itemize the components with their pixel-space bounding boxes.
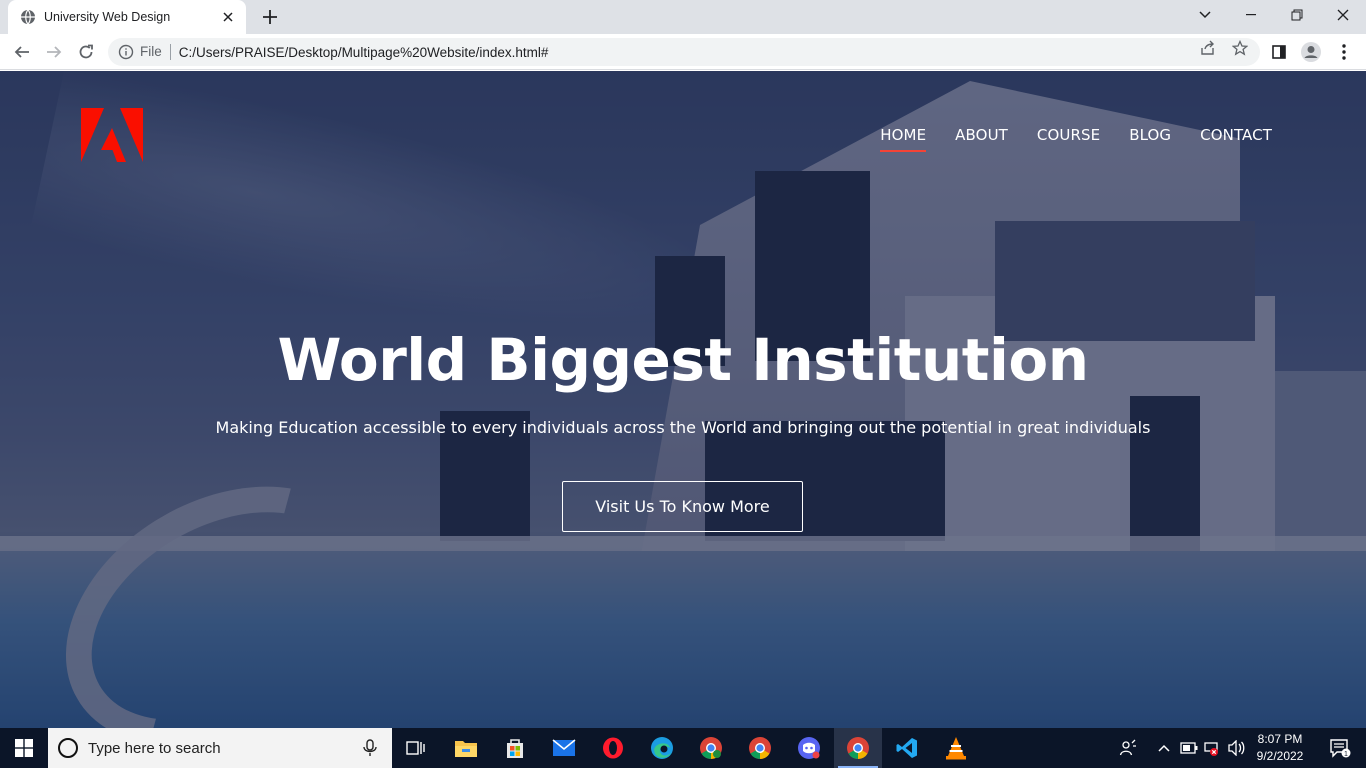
page-viewport: HOME ABOUT COURSE BLOG CONTACT World Big… bbox=[0, 71, 1366, 728]
share-icon[interactable] bbox=[1200, 40, 1216, 56]
notification-icon: 1 bbox=[1330, 739, 1351, 758]
minimize-button[interactable] bbox=[1228, 0, 1274, 30]
back-button[interactable] bbox=[8, 38, 36, 66]
opera-icon[interactable] bbox=[589, 728, 637, 768]
clock-time: 8:07 PM bbox=[1257, 732, 1303, 746]
clock-date: 9/2/2022 bbox=[1256, 749, 1304, 763]
action-center-button[interactable]: 1 bbox=[1320, 728, 1360, 768]
volume-icon[interactable] bbox=[1226, 738, 1246, 758]
edge-icon[interactable] bbox=[638, 728, 686, 768]
vlc-icon[interactable] bbox=[932, 728, 980, 768]
logo-right-shape bbox=[120, 108, 143, 162]
nav-course[interactable]: COURSE bbox=[1037, 126, 1100, 150]
menu-kebab-icon[interactable] bbox=[1330, 38, 1358, 66]
nav-home[interactable]: HOME bbox=[880, 126, 927, 152]
forward-button[interactable] bbox=[40, 38, 68, 66]
taskbar-search-box[interactable]: Type here to search bbox=[48, 728, 392, 768]
people-icon[interactable] bbox=[1118, 738, 1138, 758]
tab-search-icon[interactable] bbox=[1182, 0, 1228, 30]
logo-left-shape bbox=[81, 108, 104, 162]
discord-icon[interactable] bbox=[785, 728, 833, 768]
globe-icon bbox=[21, 9, 35, 25]
windows-logo-icon bbox=[15, 739, 33, 757]
close-tab-icon[interactable] bbox=[220, 9, 236, 25]
visit-us-button[interactable]: Visit Us To Know More bbox=[562, 481, 803, 532]
new-tab-button[interactable] bbox=[258, 6, 282, 28]
hero-headline: World Biggest Institution bbox=[277, 326, 1089, 394]
url-text[interactable]: C:/Users/PRAISE/Desktop/Multipage%20Webs… bbox=[179, 45, 549, 60]
microsoft-store-icon[interactable] bbox=[491, 728, 539, 768]
profile-avatar[interactable] bbox=[1297, 38, 1325, 66]
tab-title: University Web Design bbox=[44, 10, 171, 24]
hero-overlay bbox=[0, 71, 1366, 728]
start-button[interactable] bbox=[0, 728, 48, 768]
windows-taskbar: Type here to search 8:07 PM 9/2/2022 1 bbox=[0, 728, 1366, 768]
bookmark-star-icon[interactable] bbox=[1232, 40, 1248, 56]
side-panel-icon[interactable] bbox=[1265, 38, 1293, 66]
nav-blog[interactable]: BLOG bbox=[1129, 126, 1171, 150]
system-clock[interactable]: 8:07 PM 9/2/2022 bbox=[1250, 731, 1310, 765]
tab-strip: University Web Design bbox=[0, 0, 1366, 34]
address-bar[interactable]: File C:/Users/PRAISE/Desktop/Multipage%2… bbox=[108, 38, 1260, 66]
microphone-icon[interactable] bbox=[360, 738, 380, 758]
nav-about[interactable]: ABOUT bbox=[955, 126, 1008, 150]
cortana-icon bbox=[58, 738, 78, 758]
hero-tagline: Making Education accessible to every ind… bbox=[215, 418, 1151, 437]
chevron-up-icon[interactable] bbox=[1154, 738, 1174, 758]
battery-icon[interactable] bbox=[1179, 738, 1199, 758]
mail-icon[interactable] bbox=[540, 728, 588, 768]
file-explorer-icon[interactable] bbox=[442, 728, 490, 768]
vs-code-icon[interactable] bbox=[883, 728, 931, 768]
reload-button[interactable] bbox=[72, 38, 100, 66]
chrome-profile-icon[interactable] bbox=[687, 728, 735, 768]
adobe-logo-icon[interactable] bbox=[81, 108, 143, 162]
chrome-active-icon[interactable] bbox=[834, 728, 882, 768]
file-scheme-label: File bbox=[140, 44, 171, 60]
browser-toolbar: File C:/Users/PRAISE/Desktop/Multipage%2… bbox=[0, 34, 1366, 70]
nav-contact[interactable]: CONTACT bbox=[1200, 126, 1272, 150]
logo-center-shape bbox=[101, 128, 126, 162]
search-placeholder: Type here to search bbox=[88, 739, 221, 757]
notification-count: 1 bbox=[1344, 751, 1348, 758]
restore-button[interactable] bbox=[1274, 0, 1320, 30]
close-window-button[interactable] bbox=[1320, 0, 1366, 30]
task-view-button[interactable] bbox=[392, 728, 440, 768]
main-nav: HOME ABOUT COURSE BLOG CONTACT bbox=[880, 126, 1272, 152]
info-icon[interactable] bbox=[118, 44, 134, 60]
network-disconnected-icon[interactable] bbox=[1202, 738, 1222, 758]
chrome-icon[interactable] bbox=[736, 728, 784, 768]
browser-tab[interactable]: University Web Design bbox=[8, 0, 246, 34]
